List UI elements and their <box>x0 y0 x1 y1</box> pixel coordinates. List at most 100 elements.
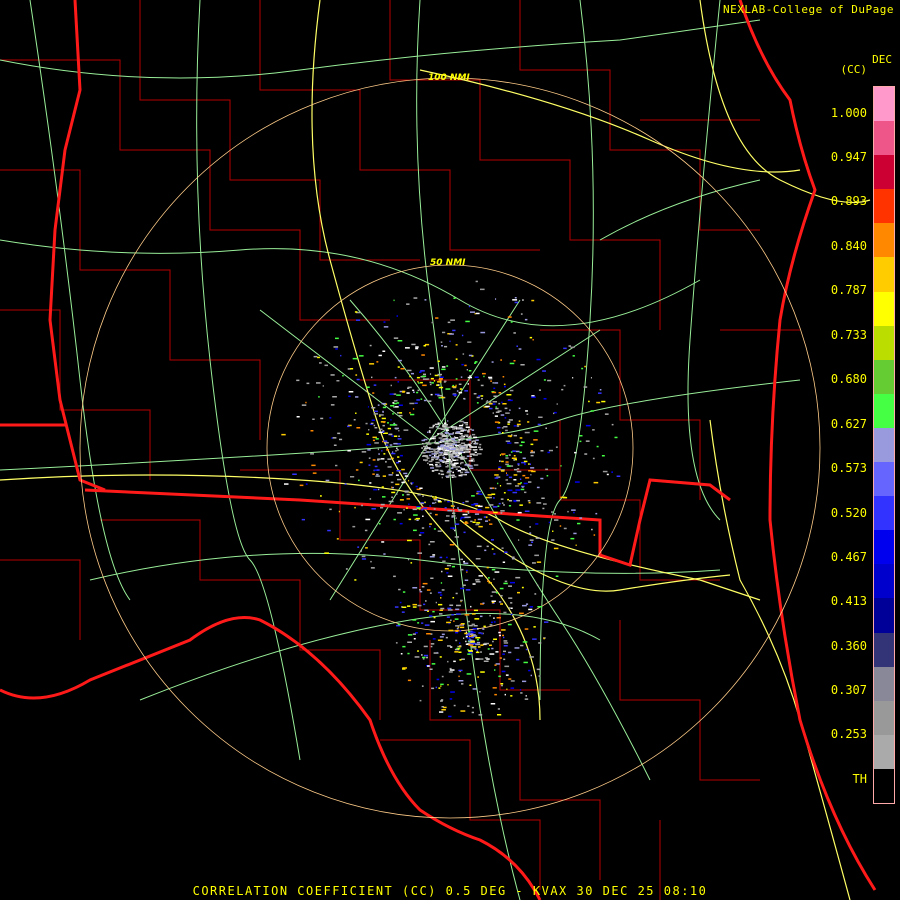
echo-pixel <box>358 479 360 482</box>
echo-pixel <box>459 630 462 632</box>
echo-pixel <box>396 394 401 396</box>
echo-pixel <box>424 609 429 611</box>
echo-pixel <box>455 592 458 595</box>
echo-pixel <box>393 400 398 402</box>
echo-pixel <box>570 346 575 349</box>
echo-pixel <box>459 388 463 390</box>
echo-pixel <box>475 312 480 315</box>
echo-pixel <box>457 466 460 468</box>
echo-pixel <box>407 652 410 655</box>
echo-pixel <box>500 510 505 512</box>
echo-pixel <box>400 368 405 370</box>
echo-pixel <box>476 522 481 524</box>
echo-pixel <box>417 493 421 496</box>
echo-pixel <box>465 426 470 428</box>
echo-pixel <box>494 669 496 671</box>
echo-pixel <box>450 558 456 560</box>
echo-pixel <box>513 455 516 457</box>
echo-pixel <box>439 463 441 466</box>
echo-pixel <box>412 606 417 608</box>
echo-pixel <box>484 549 487 552</box>
echo-pixel <box>472 634 474 637</box>
echo-pixel <box>497 708 500 710</box>
echo-pixel <box>429 592 432 594</box>
echo-pixel <box>329 417 332 419</box>
echo-pixel <box>447 321 451 324</box>
echo-pixel <box>419 487 423 489</box>
echo-pixel <box>537 606 542 608</box>
echo-pixel <box>422 495 424 497</box>
echo-pixel <box>518 420 521 422</box>
echo-pixel <box>531 299 535 302</box>
echo-pixel <box>460 437 464 440</box>
echo-pixel <box>494 421 500 423</box>
echo-pixel <box>502 634 504 637</box>
echo-pixel <box>284 483 289 485</box>
echo-pixel <box>611 423 614 426</box>
echo-pixel <box>500 683 504 685</box>
echo-pixel <box>472 433 476 436</box>
echo-pixel <box>529 656 534 658</box>
echo-pixel <box>491 539 494 541</box>
echo-pixel <box>458 680 464 682</box>
echo-pixel <box>518 348 522 350</box>
echo-pixel <box>406 507 408 509</box>
echo-pixel <box>459 659 462 661</box>
echo-pixel <box>429 373 432 375</box>
echo-pixel <box>496 592 498 594</box>
echo-pixel <box>472 688 477 690</box>
echo-pixel <box>339 438 343 441</box>
echo-pixel <box>441 633 445 636</box>
echo-pixel <box>371 407 376 409</box>
echo-pixel <box>543 637 545 640</box>
echo-pixel <box>463 522 469 524</box>
echo-pixel <box>465 320 470 323</box>
echo-pixel <box>614 436 618 439</box>
echo-pixel <box>391 496 393 498</box>
echo-pixel <box>356 319 361 321</box>
echo-pixel <box>445 426 448 428</box>
echo-pixel <box>460 439 464 441</box>
echo-pixel <box>407 558 410 561</box>
echo-pixel <box>395 474 399 476</box>
echo-pixel <box>412 633 416 635</box>
echo-pixel <box>491 600 496 602</box>
echo-pixel <box>292 473 297 475</box>
echo-pixel <box>493 617 495 619</box>
echo-pixel <box>392 451 394 453</box>
echo-pixel <box>529 526 531 528</box>
echo-pixel <box>401 611 405 613</box>
echo-pixel <box>542 507 545 510</box>
echo-pixel <box>536 561 542 563</box>
echo-pixel <box>446 621 451 624</box>
echo-pixel <box>465 429 467 431</box>
echo-pixel <box>516 425 520 427</box>
echo-pixel <box>494 474 499 476</box>
echo-pixel <box>439 609 443 611</box>
echo-pixel <box>572 377 574 379</box>
echo-pixel <box>554 411 557 414</box>
echo-pixel <box>378 431 383 434</box>
colorbar-segment <box>874 427 894 463</box>
echo-pixel <box>414 518 416 521</box>
echo-pixel <box>436 384 439 386</box>
echo-pixel <box>505 429 508 432</box>
echo-pixel <box>544 621 549 623</box>
echo-pixel <box>450 319 455 321</box>
echo-pixel <box>464 398 466 400</box>
echo-pixel <box>473 464 479 466</box>
echo-pixel <box>403 480 406 482</box>
echo-pixel <box>503 582 508 585</box>
echo-pixel <box>495 651 499 653</box>
echo-pixel <box>449 544 455 546</box>
echo-pixel <box>389 444 393 446</box>
echo-pixel <box>590 377 592 379</box>
echo-pixel <box>494 415 498 417</box>
echo-pixel <box>329 508 332 511</box>
echo-pixel <box>471 495 475 497</box>
echo-pixel <box>478 575 483 577</box>
echo-pixel <box>432 610 435 613</box>
echo-pixel <box>520 364 525 366</box>
echo-pixel <box>540 450 544 452</box>
echo-pixel <box>312 472 317 474</box>
